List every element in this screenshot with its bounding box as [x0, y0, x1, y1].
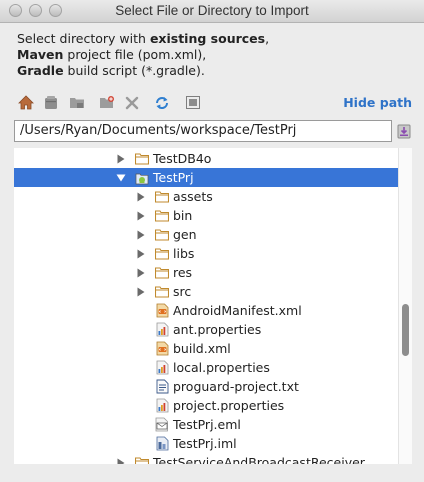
- tree-row-label: res: [173, 265, 193, 280]
- home-icon[interactable]: [17, 94, 34, 111]
- toolbar: Hide path: [17, 93, 412, 113]
- tree-row-label: libs: [173, 246, 195, 261]
- tree-row-label: AndroidManifest.xml: [173, 303, 302, 318]
- folder-icon: [155, 208, 169, 223]
- path-history-button[interactable]: [397, 123, 411, 140]
- desc-line3-text: build script (*.gradle).: [63, 63, 205, 78]
- tree-row[interactable]: src: [14, 282, 398, 301]
- collapsed-arrow-icon[interactable]: [116, 149, 126, 168]
- tree-row-label: TestPrj.iml: [173, 436, 237, 451]
- desc-line2-text: project file (pom.xml),: [63, 47, 207, 62]
- properties-file-icon: [155, 322, 169, 337]
- folder-icon: [155, 189, 169, 204]
- text-file-icon: [155, 379, 169, 394]
- tree-row[interactable]: project.properties: [14, 396, 398, 415]
- tree-row[interactable]: assets: [14, 187, 398, 206]
- tree-row-label: src: [173, 284, 192, 299]
- tree-row[interactable]: proguard-project.txt: [14, 377, 398, 396]
- collapsed-arrow-icon[interactable]: [136, 225, 146, 244]
- desc-line2-bold: Maven: [17, 47, 64, 62]
- collapsed-arrow-icon[interactable]: [136, 187, 146, 206]
- xml-file-icon: [155, 303, 169, 318]
- tree-row[interactable]: TestPrj.iml: [14, 434, 398, 453]
- collapsed-arrow-icon[interactable]: [136, 244, 146, 263]
- tree-row[interactable]: TestPrj.eml: [14, 415, 398, 434]
- show-hidden-icon[interactable]: [184, 94, 201, 111]
- tree-row[interactable]: TestServiceAndBroadcastReceiver: [14, 453, 398, 464]
- properties-file-icon: [155, 398, 169, 413]
- module-icon[interactable]: [68, 94, 85, 111]
- collapsed-arrow-icon[interactable]: [116, 453, 126, 464]
- tree-row-label: assets: [173, 189, 213, 204]
- tree-row[interactable]: TestPrj: [14, 168, 398, 187]
- collapsed-arrow-icon[interactable]: [136, 282, 146, 301]
- xml-file-icon: [155, 341, 169, 356]
- folder-icon: [135, 455, 149, 464]
- tree-row-label: project.properties: [173, 398, 285, 413]
- iml-file-icon: [155, 436, 169, 451]
- file-tree[interactable]: TestDB4o TestPrj assets bin gen libs res src And…: [14, 148, 398, 464]
- folder-icon: [135, 151, 149, 166]
- hide-path-link[interactable]: Hide path: [343, 95, 412, 110]
- expanded-arrow-icon[interactable]: [116, 168, 126, 187]
- tree-row[interactable]: build.xml: [14, 339, 398, 358]
- tree-row[interactable]: TestDB4o: [14, 149, 398, 168]
- path-input[interactable]: /Users/Ryan/Documents/workspace/TestPrj: [14, 120, 392, 142]
- tree-row-label: build.xml: [173, 341, 231, 356]
- folder-icon: [155, 227, 169, 242]
- instructions-text: Select directory with existing sources, …: [17, 31, 269, 79]
- tree-row[interactable]: local.properties: [14, 358, 398, 377]
- window-title: Select File or Directory to Import: [115, 3, 309, 18]
- new-folder-icon[interactable]: [98, 94, 115, 111]
- tree-row-label: gen: [173, 227, 197, 242]
- collapsed-arrow-icon[interactable]: [136, 263, 146, 282]
- delete-icon[interactable]: [123, 94, 140, 111]
- eml-file-icon: [155, 417, 169, 432]
- tree-row-label: bin: [173, 208, 193, 223]
- tree-row[interactable]: AndroidManifest.xml: [14, 301, 398, 320]
- desc-line3-bold: Gradle: [17, 63, 64, 78]
- title-bar[interactable]: Select File or Directory to Import: [0, 0, 424, 23]
- android-project-icon: [135, 170, 149, 185]
- tree-row-label: TestPrj.eml: [173, 417, 241, 432]
- import-dialog: Select File or Directory to Import Selec…: [0, 0, 424, 482]
- folder-icon: [155, 284, 169, 299]
- scrollbar-thumb[interactable]: [402, 304, 409, 356]
- folder-icon: [155, 265, 169, 280]
- desc-line1-end: ,: [265, 31, 270, 46]
- folder-icon: [155, 246, 169, 261]
- refresh-icon[interactable]: [153, 94, 170, 111]
- tree-row[interactable]: gen: [14, 225, 398, 244]
- tree-row-label: proguard-project.txt: [173, 379, 299, 394]
- tree-row-label: local.properties: [173, 360, 270, 375]
- tree-row[interactable]: libs: [14, 244, 398, 263]
- tree-row[interactable]: ant.properties: [14, 320, 398, 339]
- tree-scrollbar[interactable]: [398, 148, 412, 464]
- tree-row-label: TestPrj: [153, 170, 194, 185]
- android-icon[interactable]: [42, 94, 59, 111]
- tree-row-label: TestServiceAndBroadcastReceiver: [153, 455, 365, 464]
- tree-row-label: ant.properties: [173, 322, 262, 337]
- tree-row-label: TestDB4o: [153, 151, 212, 166]
- tree-row[interactable]: bin: [14, 206, 398, 225]
- properties-file-icon: [155, 360, 169, 375]
- desc-line1-bold: existing sources: [149, 31, 266, 46]
- tree-row[interactable]: res: [14, 263, 398, 282]
- collapsed-arrow-icon[interactable]: [136, 206, 146, 225]
- desc-line1-text: Select directory with: [17, 31, 150, 46]
